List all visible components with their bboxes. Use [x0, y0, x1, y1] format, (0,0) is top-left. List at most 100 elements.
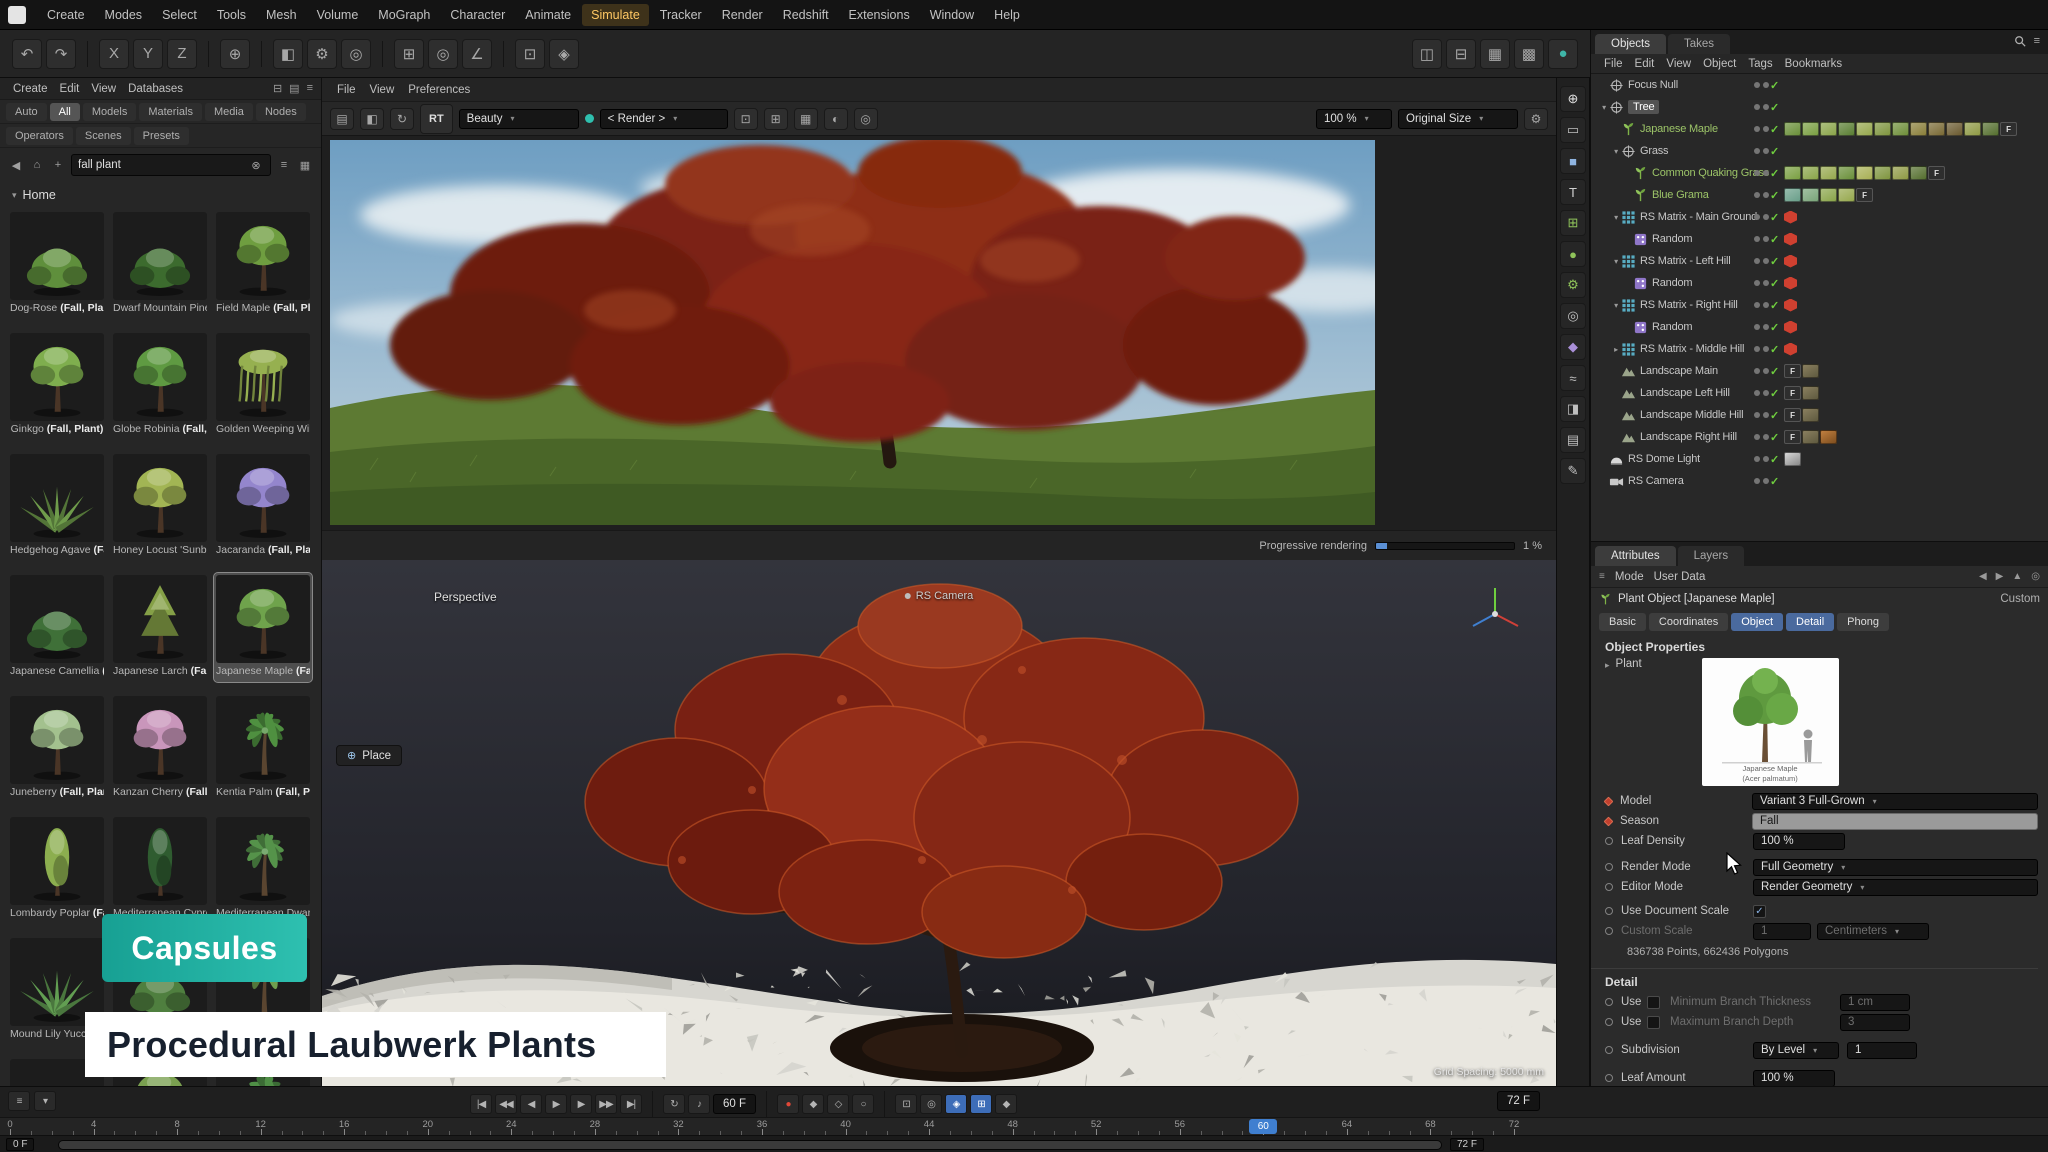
tag-chips[interactable]	[1784, 452, 1801, 466]
object-row[interactable]: Landscape Middle Hill✓F	[1591, 404, 2048, 426]
menu-mograph[interactable]: MoGraph	[369, 4, 439, 26]
rt-button[interactable]: RT	[420, 104, 453, 134]
ab-compare-icon[interactable]: ◐	[824, 108, 848, 130]
layout-3-icon[interactable]: ▦	[1480, 39, 1510, 69]
anim-dot-icon[interactable]	[1605, 1046, 1613, 1054]
leaf-amount-input[interactable]: 100 %	[1753, 1070, 1835, 1087]
current-frame-field[interactable]: 60 F	[713, 1094, 756, 1114]
asset-item[interactable]: Lombardy Poplar (Fall,...	[8, 815, 106, 924]
visibility-dots[interactable]	[1754, 192, 1769, 198]
rv-menu-view[interactable]: View	[365, 82, 400, 98]
object-row[interactable]: RS Camera✓	[1591, 470, 2048, 492]
tab-basic[interactable]: Basic	[1599, 613, 1646, 631]
fields-tag-chip[interactable]: F	[2000, 122, 2017, 136]
enabled-check-icon[interactable]: ✓	[1770, 189, 1779, 202]
material-chip[interactable]	[1874, 166, 1891, 180]
editor-mode-select[interactable]: Render Geometry ▾	[1753, 879, 2038, 896]
transform-tool-icon[interactable]: ⊕	[1560, 86, 1586, 112]
redshift-tag-chip[interactable]	[1784, 211, 1797, 224]
tag-chips[interactable]	[1784, 277, 1797, 290]
visibility-dots[interactable]	[1754, 236, 1769, 242]
texture-tag-chip[interactable]	[1802, 430, 1819, 444]
render-settings-icon[interactable]: ⚙	[307, 39, 337, 69]
snapshot-icon[interactable]: ▤	[330, 108, 354, 130]
asset-item[interactable]: Globe Robinia (Fall, Pl...	[111, 331, 209, 440]
visibility-dots[interactable]	[1754, 478, 1769, 484]
snap-icon[interactable]: ◎	[428, 39, 458, 69]
enabled-check-icon[interactable]: ✓	[1770, 255, 1779, 268]
visibility-dots[interactable]	[1754, 324, 1769, 330]
workplane-icon[interactable]: ⊞	[394, 39, 424, 69]
asset-manager-icon[interactable]: ◈	[549, 39, 579, 69]
menu-tracker[interactable]: Tracker	[651, 4, 711, 26]
sound-button[interactable]: ♪	[688, 1094, 710, 1114]
visibility-dots[interactable]	[1754, 368, 1769, 374]
asset-item[interactable]: Mediterranean Cypres...	[111, 815, 209, 924]
camera-tool-icon[interactable]: ◨	[1560, 396, 1586, 422]
expander-icon[interactable]: ▸	[1611, 345, 1621, 354]
filter-nodes[interactable]: Nodes	[256, 103, 306, 121]
undo-icon[interactable]: ↶	[12, 39, 42, 69]
quantize-icon[interactable]: ∠	[462, 39, 492, 69]
min-branch-input[interactable]: 1 cm	[1840, 994, 1910, 1011]
render-mode-select[interactable]: Full Geometry ▾	[1753, 859, 2038, 876]
field-tool-icon[interactable]: ◎	[1560, 303, 1586, 329]
filter-icon[interactable]: ≡	[2034, 35, 2040, 47]
visibility-dots[interactable]	[1754, 456, 1769, 462]
redshift-tag-chip[interactable]	[1784, 255, 1797, 268]
asset-item[interactable]: Juneberry (Fall, Plant)	[8, 694, 106, 803]
coordinate-system-icon[interactable]: ⊕	[220, 39, 250, 69]
custom-scale-unit-select[interactable]: Centimeters ▾	[1817, 923, 1929, 940]
ab-menu-create[interactable]: Create	[8, 81, 53, 97]
snap-frame-button[interactable]: ◎	[920, 1094, 942, 1114]
tag-chips[interactable]: F	[1784, 166, 1945, 180]
material-chip[interactable]	[1838, 122, 1855, 136]
tag-chips[interactable]: F	[1784, 408, 1819, 422]
menu-select[interactable]: Select	[153, 4, 206, 26]
anim-dot-icon[interactable]	[1605, 998, 1613, 1006]
menu-animate[interactable]: Animate	[516, 4, 580, 26]
redo-icon[interactable]: ↷	[46, 39, 76, 69]
expander-icon[interactable]: ▾	[1611, 213, 1621, 222]
enabled-check-icon[interactable]: ✓	[1770, 453, 1779, 466]
fields-tag-chip[interactable]: F	[1928, 166, 1945, 180]
axis-z-button[interactable]: Z	[167, 39, 197, 69]
panel-menu-icon[interactable]: ≡	[1599, 571, 1605, 582]
asset-item[interactable]: Mediterranean Dwarf ...	[214, 815, 312, 924]
enabled-check-icon[interactable]: ✓	[1770, 299, 1779, 312]
settings-gear-icon[interactable]: ⚙	[1524, 108, 1548, 130]
panel-layout-icon[interactable]: ⊟	[273, 82, 282, 95]
range-scrollbar[interactable]	[58, 1140, 1442, 1150]
max-branch-input[interactable]: 3	[1840, 1014, 1910, 1031]
redshift-tag-chip[interactable]	[1784, 299, 1797, 312]
light-tag-chip[interactable]	[1784, 452, 1801, 466]
visibility-dots[interactable]	[1754, 170, 1769, 176]
menu-modes[interactable]: Modes	[96, 4, 152, 26]
asset-item[interactable]: Japanese Maple (Fall, ...	[214, 573, 312, 682]
object-row[interactable]: Blue Grama✓F	[1591, 184, 2048, 206]
asset-item[interactable]: Ginkgo (Fall, Plant)	[8, 331, 106, 440]
size-mode-select[interactable]: Original Size ▾	[1398, 109, 1518, 129]
menu-render[interactable]: Render	[713, 4, 772, 26]
redshift-tag-chip[interactable]	[1784, 277, 1797, 290]
mograph-effector-icon[interactable]: ●	[1560, 241, 1586, 267]
menu-mesh[interactable]: Mesh	[257, 4, 306, 26]
menu-simulate[interactable]: Simulate	[582, 4, 649, 26]
next-frame-button[interactable]: ▶	[570, 1094, 592, 1114]
object-row[interactable]: Landscape Right Hill✓F	[1591, 426, 2048, 448]
enabled-check-icon[interactable]: ✓	[1770, 343, 1779, 356]
texture-tag-chip[interactable]	[1802, 386, 1819, 400]
expander-icon[interactable]: ▾	[1611, 147, 1621, 156]
enabled-check-icon[interactable]: ✓	[1770, 321, 1779, 334]
object-row[interactable]: ▾RS Matrix - Left Hill✓	[1591, 250, 2048, 272]
layout-2-icon[interactable]: ⊟	[1446, 39, 1476, 69]
anim-dot-icon[interactable]	[1604, 796, 1614, 806]
fields-tag-chip[interactable]: F	[1784, 364, 1801, 378]
tag-chips[interactable]	[1784, 211, 1797, 224]
menu-redshift[interactable]: Redshift	[774, 4, 838, 26]
axis-x-button[interactable]: X	[99, 39, 129, 69]
custom-dropdown[interactable]: Custom	[2000, 593, 2040, 605]
mograph-cloner-icon[interactable]: ⊞	[1560, 210, 1586, 236]
filter-auto[interactable]: Auto	[6, 103, 47, 121]
back-icon[interactable]: ◀	[8, 159, 24, 172]
